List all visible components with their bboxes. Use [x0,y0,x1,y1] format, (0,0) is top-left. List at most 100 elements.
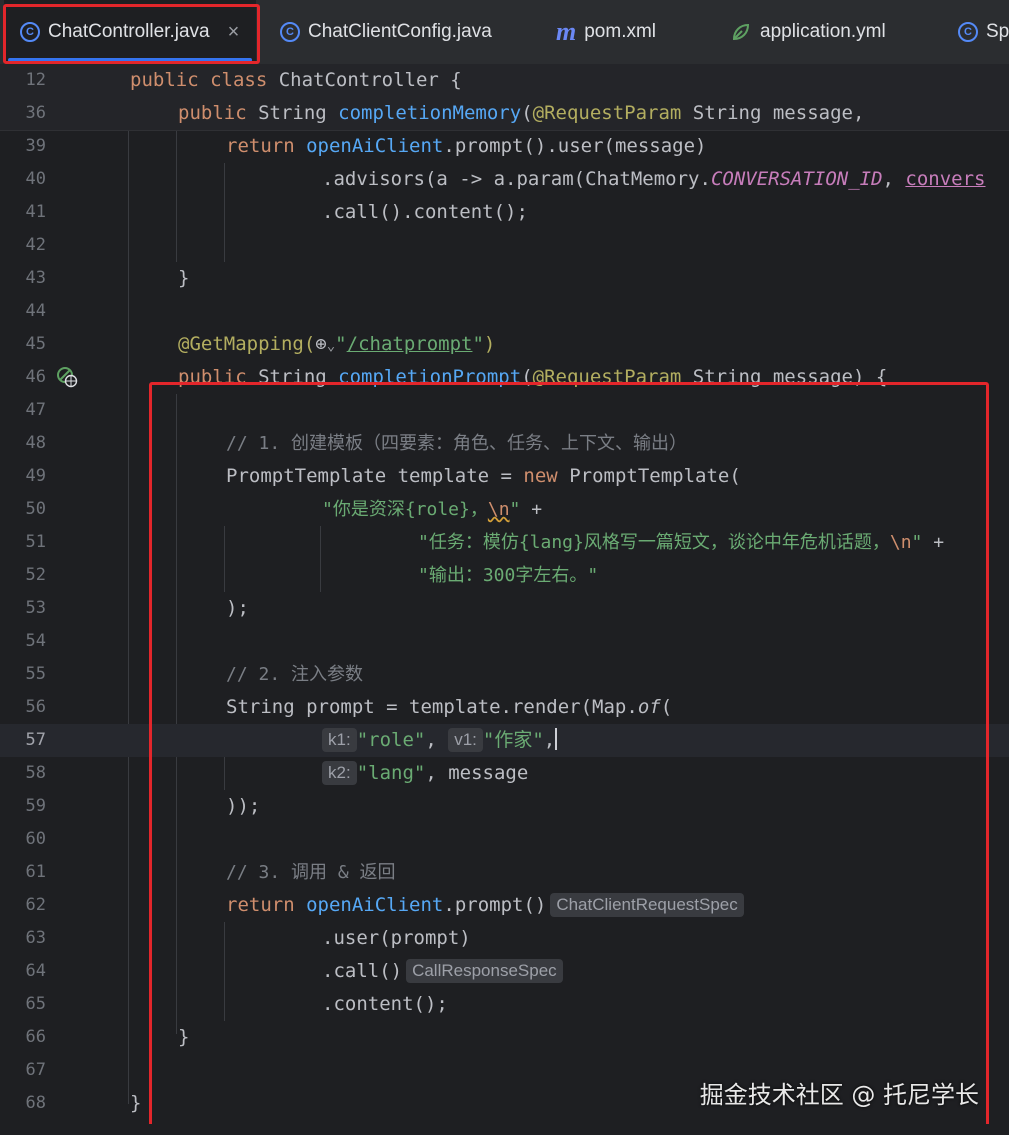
code-line-49[interactable]: 49 PromptTemplate template = new PromptT… [0,460,1009,493]
code-line-61[interactable]: 61 // 3. 调用 & 返回 [0,856,1009,889]
code-text: } [130,1092,142,1114]
code-line-43[interactable]: 43 } [0,262,1009,295]
code-line-51[interactable]: 51 "任务：模仿{lang}风格写一篇短文，谈论中年危机话题，\n" + [0,526,1009,559]
line-number: 66 [25,1027,46,1047]
endpoint-gutter-icon[interactable] [56,366,78,388]
line-number: 58 [25,763,46,783]
code-text: "你是资深{role}，\n" + [322,499,543,520]
param-hint: k1: [322,728,357,752]
code-text: String prompt = template.render(Map.of( [226,696,673,718]
code-comment: // 3. 调用 & 返回 [226,862,396,883]
chevron-down-icon[interactable]: ⌄ [327,338,335,354]
code-text: @GetMapping(⊕⌄"/chatprompt") [178,333,496,355]
line-number: 57 [25,730,46,750]
line-number: 52 [25,565,46,585]
line-number: 12 [25,70,46,90]
code-line-62[interactable]: 62 return openAiClient.prompt() ChatClien… [0,889,1009,922]
line-number: 62 [25,895,46,915]
code-line-50[interactable]: 50 "你是资深{role}，\n" + [0,493,1009,526]
line-number: 41 [25,202,46,222]
close-icon[interactable]: × [228,21,240,44]
code-line-60[interactable]: 60 [0,823,1009,856]
line-number: 63 [25,928,46,948]
horizontal-scrollbar[interactable] [0,1124,1009,1135]
watermark: 掘金技术社区 @ 托尼学长 [699,1081,979,1109]
code-editor[interactable]: 12 public class ChatController { 36 publ… [0,64,1009,1135]
code-line-48[interactable]: 48 // 1. 创建模板（四要素：角色、任务、上下文、输出） [0,427,1009,460]
code-line-53[interactable]: 53 ); [0,592,1009,625]
type-hint: ChatClientRequestSpec [550,893,744,917]
editor-tab-bar: C ChatController.java × C ChatClientConf… [0,0,1009,65]
code-line-65[interactable]: 65 .content(); [0,988,1009,1021]
code-line-59[interactable]: 59 )); [0,790,1009,823]
line-number: 40 [25,169,46,189]
code-line-42[interactable]: 42 [0,229,1009,262]
tab-label: ChatClientConfig.java [308,21,492,42]
param-hint: k2: [322,761,357,785]
type-hint: CallResponseSpec [406,959,563,983]
tab-spring[interactable]: C Sp [958,0,1009,64]
code-text: )); [226,795,261,817]
tab-pom-xml[interactable]: m pom.xml [556,0,656,64]
line-number: 55 [25,664,46,684]
tab-label: ChatController.java [48,21,210,42]
active-tab-underline [8,58,252,62]
code-line-41[interactable]: 41 .call().content(); [0,196,1009,229]
code-text: .advisors(a -> a.param(ChatMemory.CONVER… [322,168,986,190]
line-number: 39 [25,136,46,156]
class-icon: C [20,22,40,42]
code-text: "任务：模仿{lang}风格写一篇短文，谈论中年危机话题，\n" + [418,532,945,553]
code-line-64[interactable]: 64 .call() CallResponseSpec [0,955,1009,988]
sticky-line[interactable]: 36 public String completionMemory(@Reque… [0,97,1009,131]
class-icon: C [280,22,300,42]
code-line-66[interactable]: 66 } [0,1021,1009,1054]
code-text: return openAiClient.prompt().user(messag… [226,135,707,157]
tab-application-yml[interactable]: application.yml [730,0,886,64]
line-number: 46 [25,367,46,387]
code-line-46[interactable]: 46 public String completionPrompt(@Reque… [0,361,1009,394]
code-text: k1: "role", v1: "作家", [322,724,558,757]
code-line-47[interactable]: 47 [0,394,1009,427]
code-text: PromptTemplate template = new PromptTemp… [226,465,741,487]
code-text: return openAiClient.prompt() ChatClientRe… [226,889,744,922]
line-number: 54 [25,631,46,651]
line-number: 56 [25,697,46,717]
line-number: 65 [25,994,46,1014]
code-line-57-current[interactable]: 57 k1: "role", v1: "作家", [0,724,1009,757]
tab-label: pom.xml [584,21,657,42]
sticky-line[interactable]: 12 public class ChatController { [0,64,1009,98]
code-line: public String completionMemory(@RequestP… [178,102,865,124]
line-number: 61 [25,862,46,882]
globe-icon[interactable]: ⊕ [315,333,326,355]
line-number: 44 [25,301,46,321]
line-number: 36 [25,103,46,123]
line-number: 64 [25,961,46,981]
line-number: 47 [25,400,46,420]
code-text: ); [226,597,249,619]
code-text: } [178,1026,190,1048]
line-number: 59 [25,796,46,816]
line-number: 42 [25,235,46,255]
code-line-39[interactable]: 39 return openAiClient.prompt().user(mes… [0,130,1009,163]
line-number: 43 [25,268,46,288]
code-line: public class ChatController { [130,69,462,91]
line-number: 53 [25,598,46,618]
code-text: k2: "lang", message [322,757,528,790]
line-number: 45 [25,334,46,354]
spring-icon: C [958,22,978,42]
code-line-52[interactable]: 52 "输出：300字左右。" [0,559,1009,592]
yml-icon [732,23,750,41]
line-number: 60 [25,829,46,849]
code-line-63[interactable]: 63 .user(prompt) [0,922,1009,955]
code-line-40[interactable]: 40 .advisors(a -> a.param(ChatMemory.CON… [0,163,1009,196]
code-line-44[interactable]: 44 [0,295,1009,328]
code-text: } [178,267,190,289]
code-line-54[interactable]: 54 [0,625,1009,658]
code-text: "输出：300字左右。" [418,565,599,586]
code-line-56[interactable]: 56 String prompt = template.render(Map.o… [0,691,1009,724]
tab-chatclientconfig[interactable]: C ChatClientConfig.java [280,0,492,64]
code-line-58[interactable]: 58 k2: "lang", message [0,757,1009,790]
tab-chatcontroller[interactable]: C ChatController.java × [4,0,256,64]
code-line-45[interactable]: 45 @GetMapping(⊕⌄"/chatprompt") [0,328,1009,361]
code-line-55[interactable]: 55 // 2. 注入参数 [0,658,1009,691]
